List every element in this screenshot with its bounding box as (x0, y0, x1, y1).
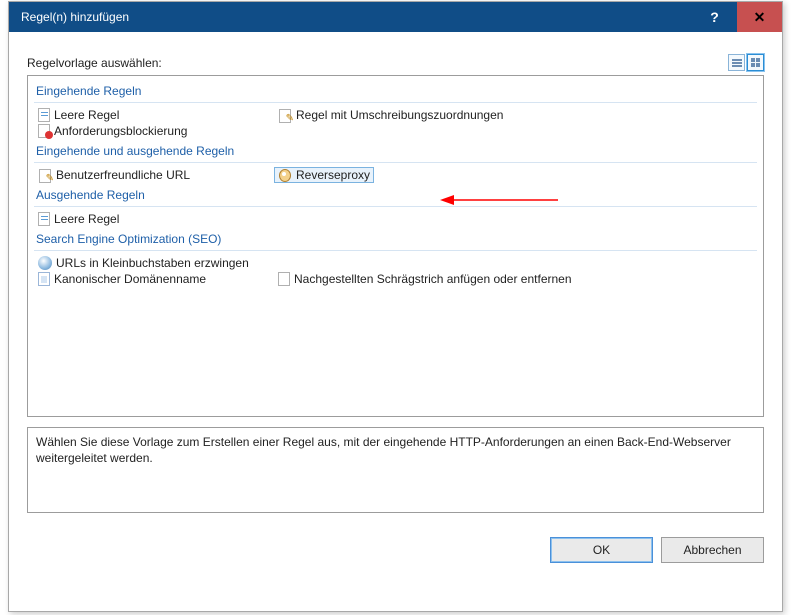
item-label: Nachgestellten Schrägstrich anfügen oder… (294, 272, 572, 286)
group-header-both: Eingehende und ausgehende Regeln (34, 139, 757, 160)
item-label: Benutzerfreundliche URL (56, 168, 190, 182)
callout-arrow (440, 190, 560, 210)
item-friendly-url[interactable]: Benutzerfreundliche URL (34, 167, 274, 183)
group-header-seo: Search Engine Optimization (SEO) (34, 227, 757, 248)
select-template-label: Regelvorlage auswählen: (27, 56, 728, 70)
help-button[interactable]: ? (692, 2, 737, 32)
document-icon (38, 272, 50, 286)
item-inbound-rewrite-map[interactable]: Regel mit Umschreibungszuordnungen (274, 107, 674, 123)
cancel-button[interactable]: Abbrechen (661, 537, 764, 563)
document-icon (38, 212, 50, 226)
titlebar[interactable]: Regel(n) hinzufügen ? ✕ (9, 2, 782, 32)
view-grid-button[interactable] (747, 54, 764, 71)
divider (34, 206, 757, 207)
item-reverse-proxy[interactable]: Reverseproxy (274, 167, 374, 183)
group-header-outbound: Ausgehende Regeln (34, 183, 757, 204)
block-icon (38, 124, 50, 138)
document-icon (38, 108, 50, 122)
item-inbound-empty-rule[interactable]: Leere Regel (34, 107, 274, 123)
item-outbound-empty-rule[interactable]: Leere Regel (34, 211, 274, 227)
cancel-button-label: Abbrechen (683, 543, 741, 557)
item-inbound-block[interactable]: Anforderungsblockierung (34, 123, 274, 139)
item-label: Regel mit Umschreibungszuordnungen (296, 108, 503, 122)
item-label: Anforderungsblockierung (54, 124, 187, 138)
template-list[interactable]: Eingehende Regeln Leere Regel Regel mit … (27, 75, 764, 417)
ok-button[interactable]: OK (550, 537, 653, 563)
divider (34, 250, 757, 251)
group-header-inbound: Eingehende Regeln (34, 79, 757, 100)
document-icon (278, 272, 290, 286)
divider (34, 102, 757, 103)
grid-icon (751, 58, 760, 67)
ok-button-label: OK (593, 543, 610, 557)
item-label: URLs in Kleinbuchstaben erzwingen (56, 256, 249, 270)
divider (34, 162, 757, 163)
description-text: Wählen Sie diese Vorlage zum Erstellen e… (36, 435, 731, 465)
item-label: Kanonischer Domänenname (54, 272, 206, 286)
view-list-button[interactable] (728, 54, 745, 71)
globe-icon (38, 256, 52, 270)
item-seo-canonical[interactable]: Kanonischer Domänenname (34, 271, 274, 287)
list-icon (732, 59, 742, 67)
item-label: Leere Regel (54, 108, 119, 122)
document-pencil-icon (38, 168, 52, 182)
close-button[interactable]: ✕ (737, 2, 782, 32)
item-seo-lowercase[interactable]: URLs in Kleinbuchstaben erzwingen (34, 255, 274, 271)
gear-icon (278, 168, 292, 182)
titlebar-title: Regel(n) hinzufügen (9, 10, 692, 24)
description-box: Wählen Sie diese Vorlage zum Erstellen e… (27, 427, 764, 513)
item-label: Reverseproxy (296, 168, 370, 182)
document-pencil-icon (278, 108, 292, 122)
item-seo-slash[interactable]: Nachgestellten Schrägstrich anfügen oder… (274, 271, 674, 287)
add-rules-dialog: Regel(n) hinzufügen ? ✕ Regelvorlage aus… (8, 1, 783, 612)
item-label: Leere Regel (54, 212, 119, 226)
